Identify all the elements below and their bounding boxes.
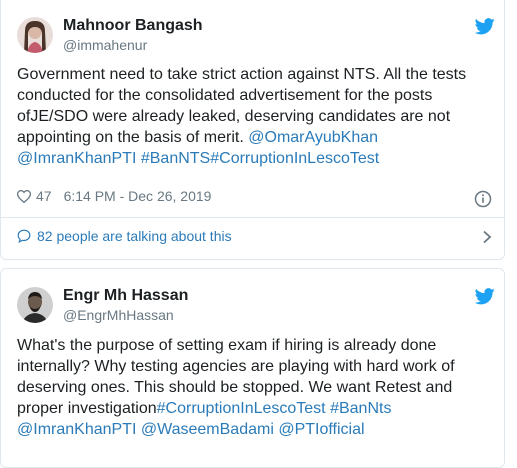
hashtag-link[interactable]: #BanNts [330,400,391,417]
author-handle[interactable]: @EngrMhHassan [63,307,174,323]
tweet-card[interactable]: Engr Mh Hassan @EngrMhHassan What's the … [0,268,505,468]
talking-count[interactable]: 82 people are talking about this [37,228,232,244]
twitter-bird-icon[interactable] [474,288,495,305]
mention-link[interactable]: @ImranKhanPTI [17,421,136,438]
tweet-meta: 47 6:14 PM - Dec 26, 2019 [17,188,211,204]
avatar[interactable] [17,17,53,53]
tweet-card[interactable]: Mahnoor Bangash @immahenur Government ne… [0,0,505,260]
avatar[interactable] [17,287,53,323]
mention-link[interactable]: @OmarAyubKhan [248,129,378,146]
author-handle[interactable]: @immahenur [63,37,147,53]
like-count[interactable]: 47 [36,188,52,204]
chevron-right-icon[interactable] [481,230,493,244]
info-icon[interactable] [474,190,492,208]
mention-link[interactable]: @PTIofficial [278,421,364,438]
mention-link[interactable]: @ImranKhanPTI [17,150,136,167]
divider [1,217,504,218]
twitter-bird-icon[interactable] [474,18,495,35]
tweet-text: What's the purpose of setting exam if hi… [17,335,492,440]
tweet-text: Government need to take strict action ag… [17,64,492,169]
hashtag-link[interactable]: #BanNTS [141,150,210,167]
hashtag-link[interactable]: #CorruptionInLescoTest [210,150,379,167]
comment-bubble-icon [17,229,31,243]
heart-icon[interactable] [17,189,31,203]
mention-link[interactable]: @WaseemBadami [141,421,274,438]
hashtag-link[interactable]: #CorruptionInLescoTest [157,400,326,417]
author-name[interactable]: Mahnoor Bangash [63,17,203,35]
timestamp[interactable]: 6:14 PM - Dec 26, 2019 [64,188,212,204]
author-name[interactable]: Engr Mh Hassan [63,287,188,305]
tweet-text-segment: Government need to take strict action ag… [17,66,467,146]
conversation-link[interactable]: 82 people are talking about this [17,228,232,244]
